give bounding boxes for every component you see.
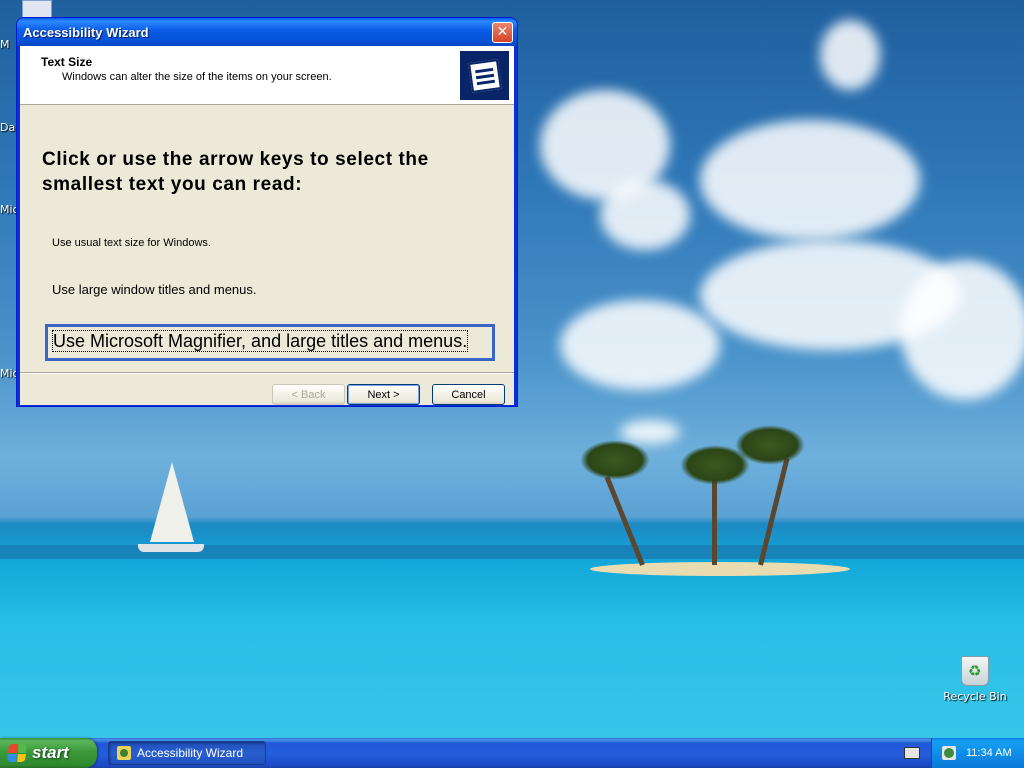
tray-network-icon[interactable] (942, 746, 956, 760)
back-button[interactable]: < Back (272, 384, 345, 405)
windows-flag-icon (7, 744, 27, 762)
wizard-logo-icon (460, 51, 509, 100)
start-button[interactable]: start (0, 738, 97, 768)
cloud (560, 300, 720, 390)
task-accessibility-icon (117, 746, 131, 760)
header-subtitle: Windows can alter the size of the items … (62, 71, 332, 83)
cloud (620, 420, 680, 444)
title-bar[interactable]: Accessibility Wizard ✕ (17, 18, 517, 46)
island (590, 562, 850, 576)
cloud (900, 260, 1024, 400)
desktop-icon-label[interactable]: M (0, 38, 10, 51)
button-divider (20, 372, 514, 374)
sailboat (150, 462, 194, 542)
recycle-bin-icon (961, 656, 989, 686)
header-title: Text Size (41, 55, 93, 69)
palm-leaves (735, 425, 805, 465)
option-magnifier-label: Use Microsoft Magnifier, and large title… (51, 330, 469, 352)
next-button[interactable]: Next > (347, 384, 420, 405)
cloud (700, 120, 920, 240)
keyboard-icon[interactable] (904, 747, 920, 759)
clock[interactable]: 11:34 AM (966, 747, 1012, 759)
taskbar-item-accessibility-wizard[interactable]: Accessibility Wizard (108, 741, 266, 765)
start-label: start (32, 743, 69, 762)
prompt-text: Click or use the arrow keys to select th… (42, 149, 429, 195)
sailboat-hull (138, 544, 204, 552)
recycle-bin[interactable]: Recycle Bin (942, 656, 1008, 703)
accessibility-wizard-window: Accessibility Wizard ✕ Text Size Windows… (16, 17, 518, 407)
close-button[interactable]: ✕ (492, 21, 513, 43)
taskbar-item-label: Accessibility Wizard (137, 746, 244, 760)
cloud (820, 20, 880, 90)
close-icon: ✕ (496, 24, 509, 40)
wizard-header: Text Size Windows can alter the size of … (20, 46, 514, 105)
desktop-icon-label[interactable]: Da (0, 121, 15, 134)
window-title: Accessibility Wizard (23, 24, 149, 40)
palm-leaves (580, 440, 650, 480)
option-magnifier-large-titles[interactable]: Use Microsoft Magnifier, and large title… (45, 324, 495, 361)
option-large-titles-menus[interactable]: Use large window titles and menus. (52, 282, 257, 297)
wizard-client-area: Text Size Windows can alter the size of … (20, 46, 514, 405)
cancel-button[interactable]: Cancel (432, 384, 505, 405)
option-usual-text-size[interactable]: Use usual text size for Windows. (52, 237, 211, 249)
taskbar: start Accessibility Wizard 11:34 AM (0, 738, 1024, 768)
system-tray: 11:34 AM (931, 738, 1024, 768)
recycle-bin-label: Recycle Bin (943, 690, 1007, 703)
cloud (600, 180, 690, 250)
desktop-icon[interactable] (22, 0, 52, 18)
